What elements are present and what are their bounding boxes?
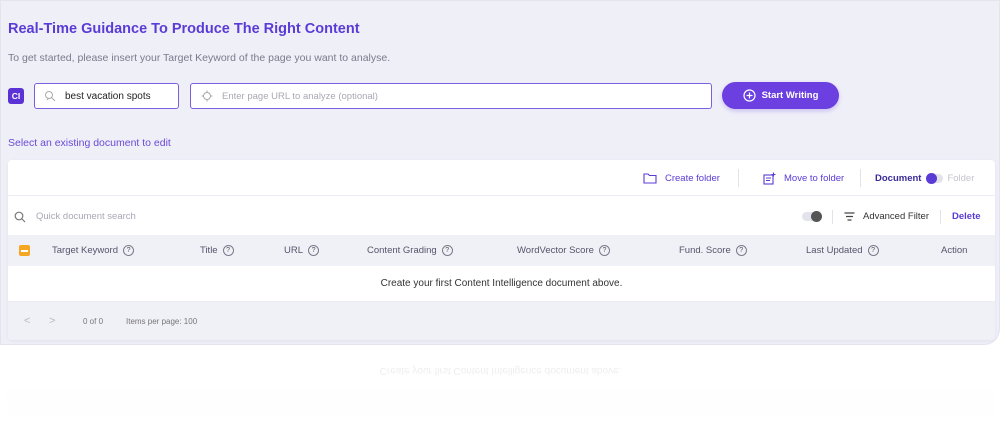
target-icon <box>201 90 213 102</box>
help-icon[interactable]: ? <box>308 245 320 256</box>
move-to-folder-button[interactable]: Move to folder <box>763 160 844 196</box>
search-row: Quick document search Advanced Filter De… <box>8 198 995 235</box>
page-title: Real-Time Guidance To Produce The Right … <box>8 21 360 37</box>
move-to-folder-label: Move to folder <box>784 172 845 184</box>
documents-card: Create folder Move to folder Document Fo… <box>8 160 995 340</box>
toolbar-divider <box>860 169 861 187</box>
column-action: Action <box>941 245 968 256</box>
column-target-keyword[interactable]: Target Keyword? <box>52 235 135 266</box>
search-divider <box>832 210 833 224</box>
column-last-updated[interactable]: Last Updated? <box>806 235 879 266</box>
document-folder-toggle[interactable]: Document Folder <box>875 160 974 196</box>
pagination: < > 0 of 0 Items per page: 100 <box>8 302 995 340</box>
items-per-page-select[interactable]: Items per page: 100 <box>126 302 197 340</box>
page-subtitle: To get started, please insert your Targe… <box>8 52 391 64</box>
start-writing-button[interactable]: Start Writing <box>722 82 839 109</box>
help-icon[interactable]: ? <box>441 245 453 256</box>
reflection-footer <box>7 389 994 427</box>
search-icon <box>14 211 26 223</box>
page-range: 0 of 0 <box>83 316 104 326</box>
advanced-filter-label: Advanced Filter <box>863 211 930 222</box>
keyword-value: best vacation spots <box>65 90 151 102</box>
help-icon[interactable]: ? <box>123 245 135 256</box>
help-icon[interactable]: ? <box>735 245 747 256</box>
create-folder-label: Create folder <box>665 172 720 184</box>
toolbar-divider <box>738 169 739 187</box>
document-label: Document <box>875 172 922 184</box>
start-writing-label: Start Writing <box>761 90 819 101</box>
search-input[interactable]: Quick document search <box>14 198 136 235</box>
prev-page-button[interactable]: < <box>24 302 30 340</box>
column-url[interactable]: URL? <box>284 235 320 266</box>
column-content-grading[interactable]: Content Grading? <box>367 235 453 266</box>
url-input[interactable]: Enter page URL to analyze (optional) <box>190 83 712 109</box>
keyword-icon <box>44 90 56 102</box>
select-all-checkbox[interactable] <box>19 245 30 256</box>
documents-toolbar: Create folder Move to folder Document Fo… <box>8 160 995 196</box>
help-icon[interactable]: ? <box>222 245 234 256</box>
folder-label: Folder <box>947 172 975 184</box>
column-wordvector-score[interactable]: WordVector Score? <box>517 235 610 266</box>
filter-switch[interactable] <box>802 211 822 222</box>
column-title[interactable]: Title? <box>200 235 234 266</box>
view-toggle[interactable] <box>926 172 944 184</box>
plus-circle-icon <box>742 89 756 102</box>
help-icon[interactable]: ? <box>867 245 879 256</box>
table-header: Target Keyword? Title? URL? Content Grad… <box>8 235 995 266</box>
delete-button[interactable]: Delete <box>952 198 981 235</box>
reflection-decoration: Create your first Content Intelligence d… <box>7 347 994 427</box>
move-icon <box>763 172 776 185</box>
ci-badge: CI <box>8 88 24 104</box>
empty-table-message: Create your first Content Intelligence d… <box>8 266 995 302</box>
help-icon[interactable]: ? <box>598 245 610 256</box>
reflection-empty-message: Create your first Content Intelligence d… <box>379 365 622 377</box>
folder-icon <box>643 172 657 184</box>
main-panel: Real-Time Guidance To Produce The Right … <box>0 0 1000 345</box>
keyword-input[interactable]: best vacation spots <box>34 83 179 109</box>
url-placeholder: Enter page URL to analyze (optional) <box>222 90 378 102</box>
filter-icon <box>844 212 855 221</box>
column-fund-score[interactable]: Fund. Score? <box>679 235 747 266</box>
advanced-filter-button[interactable]: Advanced Filter <box>844 198 929 235</box>
create-folder-button[interactable]: Create folder <box>643 160 720 196</box>
search-divider <box>940 210 941 224</box>
select-existing-link[interactable]: Select an existing document to edit <box>8 137 171 149</box>
search-placeholder: Quick document search <box>36 211 136 222</box>
next-page-button[interactable]: > <box>49 302 55 340</box>
